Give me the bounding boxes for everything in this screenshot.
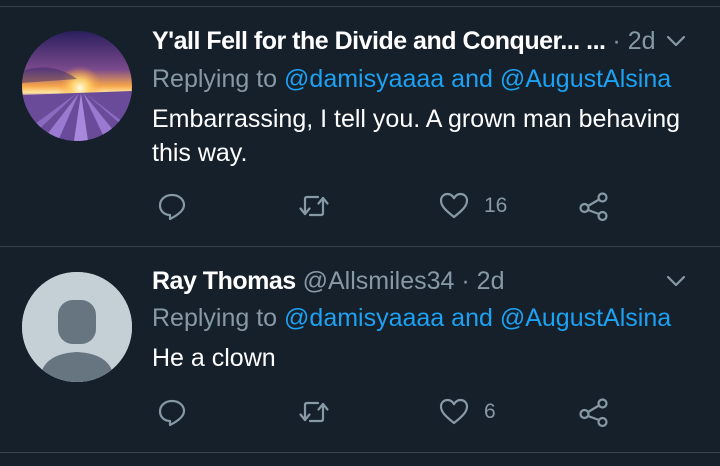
retweet-button[interactable] (298, 392, 344, 432)
like-icon (439, 398, 469, 425)
tweet[interactable]: Y'all Fell for the Divide and Conquer...… (0, 6, 720, 246)
reply-button[interactable] (156, 392, 202, 432)
divider (0, 452, 720, 453)
like-icon (439, 192, 469, 219)
separator-dot: · (612, 27, 621, 55)
mention-link[interactable]: @AugustAlsina (500, 65, 671, 93)
user-handle[interactable]: @Allsmiles34 (303, 267, 455, 295)
replying-to: Replying to @damisyaaaa and @AugustAlsin… (152, 65, 671, 94)
tweet-actions: 6 (0, 392, 720, 432)
mention-and[interactable]: and (451, 65, 493, 93)
mention-link[interactable]: @AugustAlsina (500, 304, 671, 332)
tweet-actions: 16 (0, 186, 720, 226)
like-button[interactable]: 16 (438, 186, 507, 226)
tweet-text: Embarrassing, I tell you. A grown man be… (152, 105, 681, 167)
replying-to: Replying to @damisyaaaa and @AugustAlsin… (152, 304, 671, 333)
mention-link[interactable]: @damisyaaaa (284, 304, 444, 332)
share-button[interactable] (578, 186, 610, 226)
timestamp[interactable]: 2d (628, 27, 656, 55)
tweet[interactable]: Ray Thomas @Allsmiles34 · 2d Replying to… (0, 246, 720, 452)
reply-icon (158, 193, 186, 221)
avatar[interactable] (22, 31, 132, 141)
mention-and[interactable]: and (451, 304, 493, 332)
tweet-header: Ray Thomas @Allsmiles34 · 2d (152, 267, 690, 299)
reply-icon (158, 399, 186, 427)
retweet-icon (299, 401, 329, 423)
like-count: 16 (484, 194, 508, 217)
reply-button[interactable] (156, 186, 202, 226)
replying-label: Replying to (152, 304, 278, 332)
chevron-down-icon[interactable] (662, 267, 690, 295)
tweet-text: He a clown (152, 344, 276, 372)
retweet-button[interactable] (298, 186, 344, 226)
share-button[interactable] (578, 392, 610, 432)
avatar[interactable] (22, 272, 132, 382)
share-icon (579, 398, 608, 428)
display-name[interactable]: Ray Thomas (152, 267, 296, 295)
replying-label: Replying to (152, 65, 278, 93)
timestamp[interactable]: 2d (477, 267, 505, 295)
display-name[interactable]: Y'all Fell for the Divide and Conquer...… (152, 27, 606, 55)
avatar-image (22, 31, 132, 141)
chevron-down-icon[interactable] (662, 27, 690, 55)
default-profile-icon (22, 272, 132, 382)
mention-link[interactable]: @damisyaaaa (284, 65, 444, 93)
retweet-icon (299, 195, 329, 217)
share-icon (579, 192, 608, 222)
separator-dot: · (461, 267, 470, 295)
tweet-header: Y'all Fell for the Divide and Conquer...… (152, 27, 690, 59)
like-button[interactable]: 6 (438, 392, 496, 432)
like-count: 6 (484, 400, 496, 423)
